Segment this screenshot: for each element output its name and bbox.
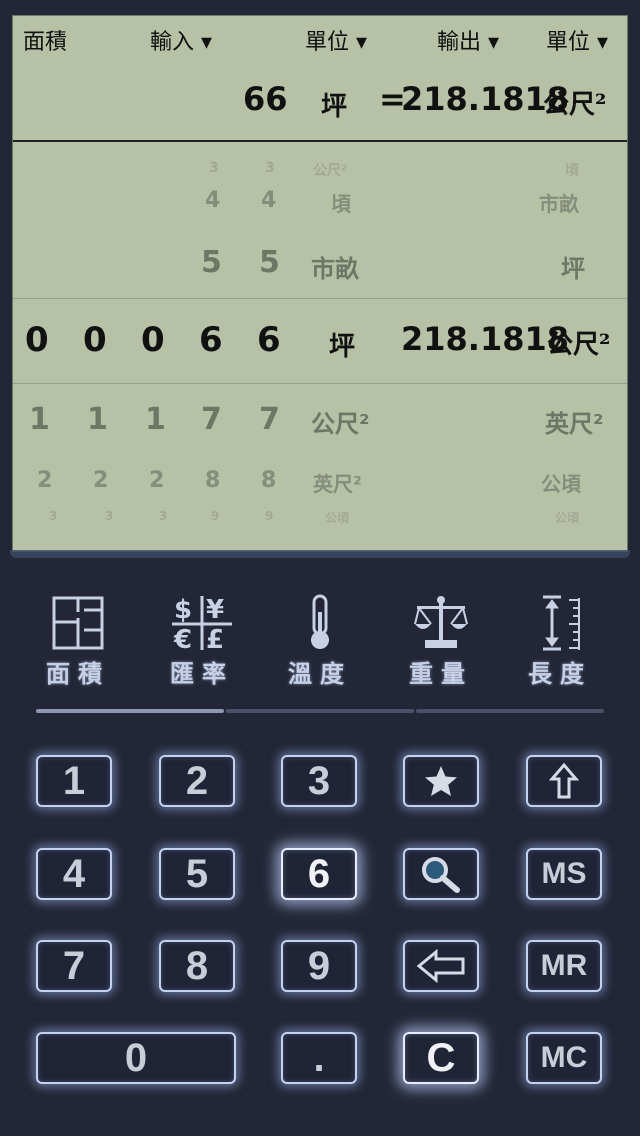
category-label: 匯率 <box>170 660 234 688</box>
svg-text:$: $ <box>174 595 192 625</box>
key-9[interactable]: 9 <box>281 940 357 992</box>
up-arrow-icon <box>549 762 579 799</box>
result-line: 66 坪 = 218.1818 公尺² <box>13 78 627 138</box>
category-currency-tab[interactable]: $ ¥ € £ 匯率 <box>152 594 252 689</box>
magnifier-icon <box>422 857 460 893</box>
key-1[interactable]: 1 <box>36 755 112 807</box>
search-button[interactable] <box>403 848 479 900</box>
category-label: 溫度 <box>288 660 352 688</box>
memory-clear-button[interactable]: MC <box>526 1032 602 1084</box>
key-6[interactable]: 6 <box>281 848 357 900</box>
lcd-display: 面積 輸入 ▾ 單位 ▾ 輸出 ▾ 單位 ▾ 66 坪 = 218.1818 公… <box>12 15 628 552</box>
up-button[interactable] <box>526 755 602 807</box>
key-2[interactable]: 2 <box>159 755 235 807</box>
tab-indicator <box>226 709 414 713</box>
unit-picker[interactable]: 3 3 公尺² 頃 4 4 頃 市畝 5 5 市畝 坪 0 0 0 6 6 坪 … <box>13 142 627 551</box>
input-unit: 坪 <box>321 92 348 122</box>
input-value: 66 <box>243 80 288 118</box>
tab-indicator <box>416 709 604 713</box>
svg-text:¥: ¥ <box>206 595 224 625</box>
lcd-shadow <box>10 550 630 558</box>
key-8[interactable]: 8 <box>159 940 235 992</box>
ruler-icon <box>543 595 580 651</box>
input-unit-menu[interactable]: 單位 ▾ <box>305 24 367 56</box>
thermometer-icon <box>311 594 329 649</box>
svg-text:€: € <box>173 625 192 652</box>
header-bar: 面積 輸入 ▾ 單位 ▾ 輸出 ▾ 單位 ▾ <box>13 16 627 60</box>
key-7[interactable]: 7 <box>36 940 112 992</box>
backspace-button[interactable] <box>403 940 479 992</box>
key-0[interactable]: 0 <box>36 1032 236 1084</box>
input-menu[interactable]: 輸入 ▾ <box>150 24 212 56</box>
favorite-button[interactable] <box>403 755 479 807</box>
category-label: 重量 <box>409 660 473 688</box>
output-menu[interactable]: 輸出 ▾ <box>437 24 499 56</box>
svg-text:£: £ <box>206 625 224 652</box>
output-unit: 公尺² <box>543 90 607 120</box>
tab-indicator-active <box>36 709 224 713</box>
category-label: 長度 <box>528 660 592 688</box>
star-icon <box>425 766 457 796</box>
clear-button[interactable]: C <box>403 1032 479 1084</box>
category-length-tab[interactable]: 長度 <box>510 594 610 689</box>
category-title: 面積 <box>23 30 68 55</box>
floorplan-icon <box>52 596 104 650</box>
scale-icon <box>414 596 468 648</box>
memory-store-button[interactable]: MS <box>526 848 602 900</box>
decimal-point-key[interactable]: . <box>281 1032 357 1084</box>
backspace-arrow-icon <box>416 949 465 983</box>
category-area-tab[interactable]: 面積 <box>28 594 128 689</box>
key-3[interactable]: 3 <box>281 755 357 807</box>
currency-icon: $ ¥ € £ <box>172 595 232 652</box>
category-weight-tab[interactable]: 重量 <box>391 594 491 689</box>
key-4[interactable]: 4 <box>36 848 112 900</box>
memory-recall-button[interactable]: MR <box>526 940 602 992</box>
category-temperature-tab[interactable]: 溫度 <box>270 594 370 689</box>
key-5[interactable]: 5 <box>159 848 235 900</box>
output-unit-menu[interactable]: 單位 ▾ <box>546 24 608 56</box>
category-label: 面積 <box>46 660 110 688</box>
